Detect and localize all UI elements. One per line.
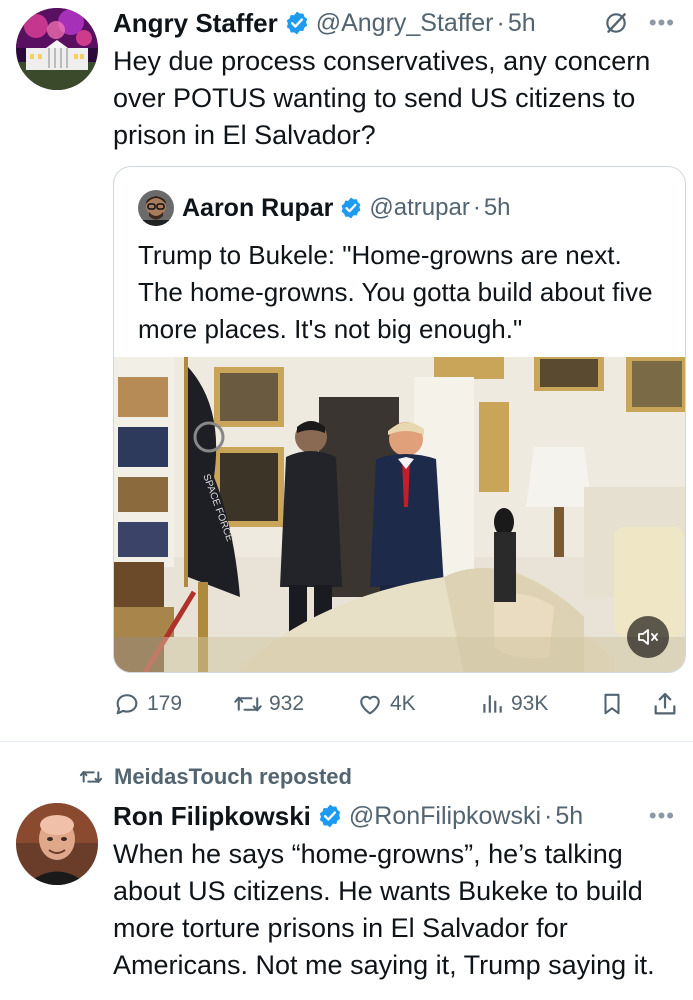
aaron-rupar-avatar-image (138, 190, 174, 226)
tweet-header: Angry Staffer @Angry_Staffer · 5h ••• (113, 3, 675, 43)
like-icon (360, 695, 380, 715)
more-icon[interactable]: ••• (649, 803, 675, 829)
like-count: 4K (390, 692, 416, 715)
view-count: 93K (511, 692, 549, 715)
verified-badge-icon (319, 804, 341, 828)
tweet-text: When he says “home-growns”, he’s talking… (113, 839, 655, 980)
repost-button[interactable]: 932 (233, 684, 304, 724)
tweet-angry-staffer[interactable]: Angry Staffer @Angry_Staffer · 5h ••• He… (0, 0, 693, 741)
mute-button[interactable] (627, 616, 669, 658)
tweet-time[interactable]: 5h (508, 9, 536, 38)
views-button[interactable]: 93K (479, 684, 548, 724)
quoted-tweet-text: Trump to Bukele: "Home-growns are next. … (138, 240, 653, 344)
quoted-author-name[interactable]: Aaron Rupar (182, 194, 333, 223)
author-name[interactable]: Angry Staffer (113, 8, 278, 39)
tweet-ron-filipkowski[interactable]: Ron Filipkowski @RonFilipkowski · 5h •••… (0, 741, 693, 1000)
tweet-action-bar: 179 932 4K 93K (113, 684, 680, 724)
tweet-time[interactable]: 5h (555, 802, 583, 831)
author-avatar[interactable] (16, 803, 98, 885)
share-icon (654, 692, 676, 715)
quoted-tweet-header: Aaron Rupar @atrupar · 5h (138, 189, 511, 227)
quoted-tweet-time[interactable]: 5h (484, 194, 511, 222)
quoted-author-avatar[interactable] (138, 190, 174, 226)
ron-filipkowski-avatar-image (16, 803, 98, 885)
oval-office-video-frame: SPACE FORCE (114, 357, 685, 672)
more-icon[interactable]: ••• (649, 10, 675, 36)
author-handle[interactable]: @Angry_Staffer (316, 9, 494, 38)
tweet-text: Hey due process conservatives, any conce… (113, 46, 651, 150)
mute-icon (638, 629, 658, 645)
repost-count: 932 (269, 692, 305, 715)
dot-separator: · (544, 801, 553, 830)
reply-button[interactable]: 179 (113, 684, 182, 724)
quoted-tweet[interactable]: Aaron Rupar @atrupar · 5h Trump to Bukel… (113, 166, 686, 673)
bookmark-button[interactable] (599, 684, 625, 724)
like-button[interactable]: 4K (356, 684, 416, 724)
reply-count: 179 (147, 692, 183, 715)
reply-icon (116, 694, 138, 715)
quoted-author-handle[interactable]: @atrupar (369, 194, 469, 222)
author-avatar[interactable] (16, 8, 98, 90)
video-player[interactable]: SPACE FORCE (114, 357, 685, 672)
verified-badge-icon (286, 11, 307, 35)
white-house-avatar-image (16, 8, 98, 90)
dot-separator: · (472, 194, 481, 221)
views-icon (483, 695, 502, 713)
repost-icon (234, 696, 262, 712)
grok-icon[interactable] (603, 10, 629, 36)
dot-separator: · (496, 8, 505, 37)
bookmark-icon (604, 693, 620, 715)
author-handle[interactable]: @RonFilipkowski (349, 802, 541, 831)
author-name[interactable]: Ron Filipkowski (113, 801, 311, 832)
share-button[interactable] (651, 684, 679, 724)
tweet-header: Ron Filipkowski @RonFilipkowski · 5h ••• (113, 796, 675, 836)
verified-badge-icon (342, 197, 361, 219)
